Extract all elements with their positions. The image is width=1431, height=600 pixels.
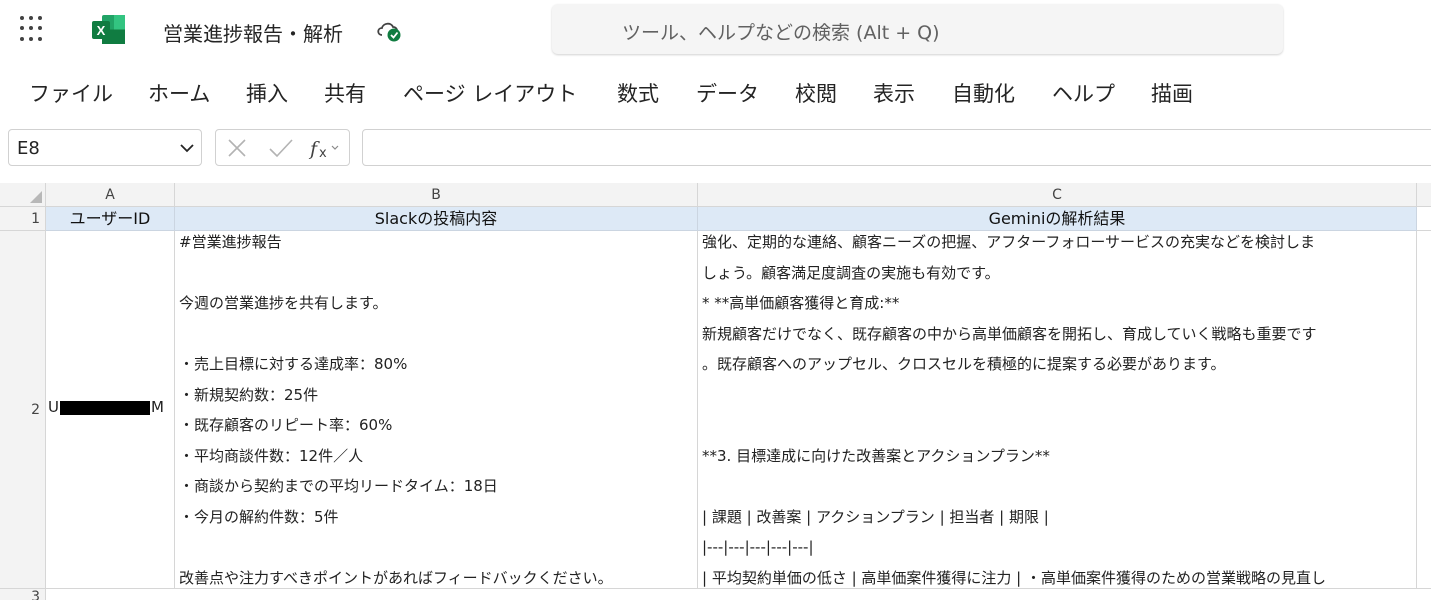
chevron-down-icon[interactable]	[179, 142, 195, 154]
column-header-c[interactable]: C	[698, 183, 1417, 207]
spreadsheet-grid: A B C 1 2 3 ユーザーID Slackの投稿内容 Geminiの解析結…	[0, 183, 1431, 600]
menu-view[interactable]: 表示	[873, 78, 915, 108]
name-box-value: E8	[17, 138, 40, 159]
row-header-1[interactable]: 1	[0, 207, 46, 231]
gemini-result-line: | 平均契約単価の低さ | 高単価案件獲得に注力 | ・高単価案件獲得のための営…	[702, 568, 1327, 587]
document-title[interactable]: 営業進捗報告・解析	[163, 18, 343, 47]
row-header-3[interactable]: 3	[0, 589, 46, 600]
cloud-saved-icon[interactable]	[375, 19, 403, 43]
slack-post-line	[179, 323, 613, 354]
formula-actions: f x	[215, 129, 350, 166]
enter-check-icon[interactable]	[268, 137, 294, 159]
gemini-result-line: 。既存顧客へのアップセル、クロスセルを積極的に提案する必要があります。	[702, 355, 1226, 373]
gemini-result-line	[702, 384, 1326, 415]
menu-bar: ファイル ホーム 挿入 共有 ページ レイアウト 数式 データ 校閲 表示 自動…	[0, 68, 1431, 114]
menu-draw[interactable]: 描画	[1151, 78, 1193, 108]
slack-post-line	[179, 536, 613, 567]
slack-post-line: 今週の営業進捗を共有します。	[179, 294, 388, 312]
gemini-result-line: |---|---|---|---|---|	[702, 538, 814, 556]
menu-data[interactable]: データ	[696, 78, 759, 108]
slack-post-line: 改善点や注力すべきポイントがあればフィードバックください。	[179, 568, 613, 587]
user-id-prefix: U	[48, 398, 59, 416]
slack-post-line	[179, 262, 613, 293]
formula-input[interactable]	[362, 129, 1431, 166]
menu-file[interactable]: ファイル	[29, 78, 113, 108]
gemini-result-line: * **高単価顧客獲得と育成:**	[702, 294, 900, 312]
select-all-triangle-icon	[30, 191, 42, 203]
slack-post-text: #営業進捗報告今週の営業進捗を共有します。・売上目標に対する達成率：80% ・新規…	[179, 231, 613, 588]
row-header-2[interactable]: 2	[0, 231, 46, 589]
menu-automate[interactable]: 自動化	[952, 78, 1015, 108]
cell-d2[interactable]	[1417, 231, 1431, 589]
cell-b1[interactable]: Slackの投稿内容	[175, 207, 698, 231]
gemini-result-line: | 課題 | 改善案 | アクションプラン | 担当者 | 期限 |	[702, 507, 1049, 526]
menu-formulas[interactable]: 数式	[617, 78, 659, 108]
excel-logo-icon: X	[92, 15, 125, 44]
cancel-icon[interactable]	[226, 137, 248, 159]
menu-home[interactable]: ホーム	[148, 78, 210, 108]
column-header-d[interactable]	[1417, 183, 1431, 207]
excel-logo-letter: X	[97, 23, 106, 38]
menu-page-layout[interactable]: ページ レイアウト	[403, 78, 577, 108]
search-box[interactable]: ツール、ヘルプなどの検索 (Alt + Q)	[552, 4, 1283, 54]
search-placeholder: ツール、ヘルプなどの検索 (Alt + Q)	[622, 22, 940, 44]
redaction-bar	[59, 400, 150, 415]
menu-insert[interactable]: 挿入	[246, 78, 288, 108]
slack-post-line: ・新規契約数：25件	[179, 385, 319, 404]
slack-post-line: ・売上目標に対する達成率：80%	[179, 355, 408, 373]
title-bar: X 営業進捗報告・解析 ツール、ヘルプなどの検索 (Alt + Q)	[0, 0, 1431, 62]
gemini-result-line: 新規顧客だけでなく、既存顧客の中から高単価顧客を開拓し、育成していく戦略も重要で…	[702, 324, 1317, 343]
menu-share[interactable]: 共有	[324, 78, 366, 108]
cell-d1[interactable]	[1417, 207, 1431, 231]
slack-post-line: ・商談から契約までの平均リードタイム：18日	[179, 477, 498, 495]
gemini-result-line	[702, 414, 1326, 445]
menu-help[interactable]: ヘルプ	[1052, 78, 1115, 108]
cell-c2[interactable]: 強化、定期的な連絡、顧客ニーズの把握、アフターフォローサービスの充実などを検討し…	[698, 231, 1417, 589]
slack-post-line: ・既存顧客のリピート率：60%	[179, 416, 393, 434]
svg-text:x: x	[319, 146, 327, 161]
name-box[interactable]: E8	[8, 129, 202, 166]
gemini-result-text: 強化、定期的な連絡、顧客ニーズの把握、アフターフォローサービスの充実などを検討し…	[702, 231, 1327, 588]
slack-post-line: ・今月の解約件数：5件	[179, 507, 339, 526]
gemini-result-line: しょう。顧客満足度調査の実施も有効です。	[702, 263, 1000, 282]
column-header-a[interactable]: A	[46, 183, 175, 207]
column-header-b[interactable]: B	[175, 183, 698, 207]
cell-a1[interactable]: ユーザーID	[46, 207, 175, 231]
slack-post-line: #営業進捗報告	[179, 233, 282, 251]
cell-b2[interactable]: #営業進捗報告今週の営業進捗を共有します。・売上目標に対する達成率：80% ・新規…	[175, 231, 698, 589]
user-id-value: UM	[48, 398, 164, 416]
gemini-result-line	[702, 475, 1326, 506]
cell-a2[interactable]: UM	[46, 231, 175, 589]
cell-c1[interactable]: Geminiの解析結果	[698, 207, 1417, 231]
insert-function-icon[interactable]: f x	[308, 135, 348, 161]
app-launcher-icon[interactable]	[20, 16, 46, 42]
slack-post-line: ・平均商談件数：12件／人	[179, 446, 364, 465]
select-all-button[interactable]	[0, 183, 46, 207]
menu-review[interactable]: 校閲	[795, 78, 837, 108]
gemini-result-line: **3. 目標達成に向けた改善案とアクションプラン**	[702, 446, 1050, 465]
gemini-result-line: 強化、定期的な連絡、顧客ニーズの把握、アフターフォローサービスの充実などを検討し…	[702, 233, 1316, 251]
user-id-suffix: M	[150, 398, 164, 416]
